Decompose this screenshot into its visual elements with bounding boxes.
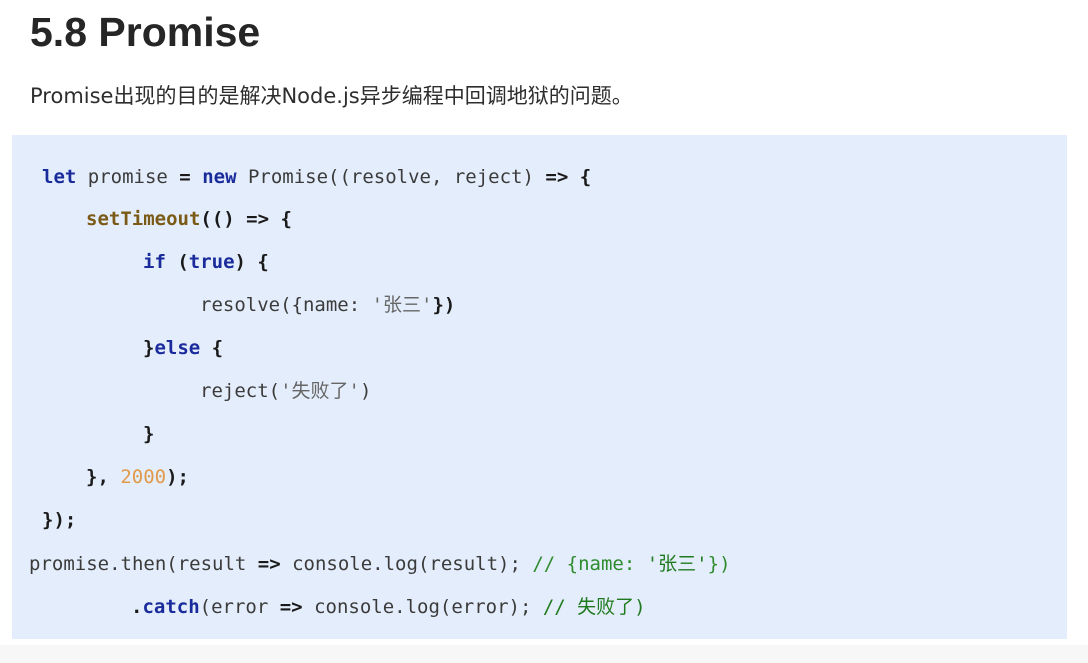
code-dot: . — [131, 596, 143, 618]
page-title: 5.8 Promise — [30, 9, 261, 55]
description-text: Promise出现的目的是解决Node.js异步编程中回调地狱的问题。 — [30, 84, 633, 108]
code-line-8: }, 2000); — [86, 462, 189, 492]
code-line-11: .catch(error => console.log(error); // 失… — [131, 592, 646, 622]
number-literal: 2000 — [120, 466, 167, 488]
code-brace: } — [143, 423, 155, 445]
code-brace: { — [568, 166, 592, 188]
code-comment: }) — [707, 553, 731, 575]
code-comment: // {name: — [532, 553, 647, 575]
code-paren: (() — [200, 208, 247, 230]
string-literal: '失败了' — [280, 380, 360, 402]
code-text: promise.then(result — [29, 553, 258, 575]
code-line-6: reject('失败了') — [200, 376, 371, 406]
operator-arrow: => — [545, 166, 569, 188]
keyword-let: let — [42, 166, 77, 188]
code-line-5: }else { — [143, 333, 223, 363]
operator-arrow: => — [257, 553, 281, 575]
code-brace: { — [200, 337, 224, 359]
code-text: Promise((resolve, reject) — [236, 166, 546, 188]
code-paren: ); — [166, 466, 189, 488]
keyword-catch: catch — [142, 596, 200, 618]
operator-assign: = — [179, 166, 191, 188]
string-literal: '张三' — [371, 294, 433, 316]
code-paren: ( — [165, 251, 189, 273]
code-line-10: promise.then(result => console.log(resul… — [29, 549, 731, 579]
keyword-new: new — [202, 166, 237, 188]
keyword-if: if — [143, 251, 166, 273]
keyword-true: true — [188, 251, 235, 273]
keyword-else: else — [154, 337, 201, 359]
code-comment: // 失败了) — [542, 596, 646, 618]
code-text: (error — [199, 596, 280, 618]
code-brace: }, — [86, 466, 121, 488]
code-line-2: setTimeout(() => { — [86, 204, 292, 234]
code-line-9: }); — [42, 505, 76, 535]
code-brace: }) — [432, 294, 456, 316]
code-line-3: if (true) { — [143, 247, 269, 277]
code-line-1: let promise = new Promise((resolve, reje… — [42, 162, 591, 192]
code-brace: ) { — [234, 251, 269, 273]
code-text: reject( — [200, 380, 281, 402]
code-brace: } — [143, 337, 155, 359]
function-settimeout: setTimeout — [86, 208, 201, 230]
slide-page: 5.8 Promise Promise出现的目的是解决Node.js异步编程中回… — [0, 0, 1088, 663]
code-line-4: resolve({name: '张三'}) — [200, 290, 455, 320]
code-text: resolve({name: — [200, 294, 372, 316]
operator-arrow: => — [246, 208, 270, 230]
bottom-strip — [0, 645, 1088, 663]
code-brace: { — [269, 208, 292, 230]
code-block: let promise = new Promise((resolve, reje… — [12, 135, 1067, 639]
code-paren: ) — [359, 380, 372, 402]
comment-string: '张三' — [646, 553, 708, 575]
code-text: console.log(result); — [280, 553, 533, 575]
operator-arrow: => — [279, 596, 303, 618]
code-brace: }); — [42, 509, 77, 531]
code-text: console.log(error); — [302, 596, 543, 618]
code-line-7: } — [143, 419, 154, 449]
code-text: promise — [76, 166, 180, 188]
